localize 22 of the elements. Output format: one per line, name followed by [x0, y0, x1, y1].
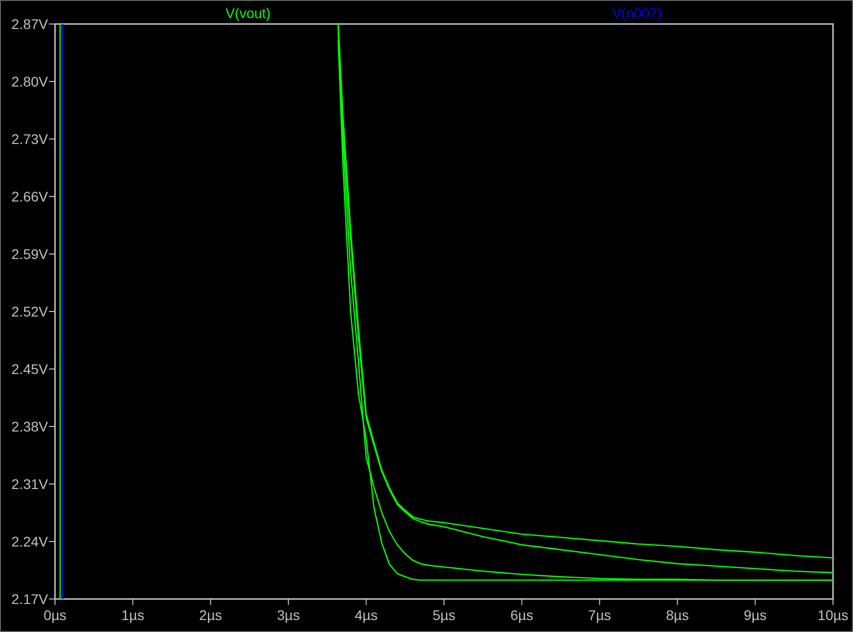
tick-label: 2.73V — [11, 131, 48, 147]
tick-label: 0µs — [44, 607, 66, 623]
tick-label: 1µs — [121, 607, 144, 623]
tick-label: 2.80V — [11, 74, 48, 90]
tick-label: 2.52V — [11, 304, 48, 320]
tick-label: 2.59V — [11, 246, 48, 262]
tick-label: 2.31V — [11, 476, 48, 492]
tick-label: 2.17V — [11, 591, 48, 607]
tick-label: 5µs — [432, 607, 456, 623]
tick-label: 2.24V — [11, 534, 48, 550]
tick-label: 2.87V — [11, 16, 48, 32]
tick-label: 2.66V — [11, 188, 48, 204]
tick-label: 7µs — [588, 607, 612, 623]
tick-label: 6µs — [510, 607, 534, 623]
tick-label: 10µs — [818, 607, 848, 623]
tick-label: 2µs — [199, 607, 222, 623]
tick-label: 2.38V — [11, 418, 48, 434]
tick-label: 8µs — [666, 607, 689, 623]
tick-label: 3µs — [276, 607, 300, 623]
tick-label: 4µs — [354, 607, 378, 623]
tick-label: 2.45V — [11, 361, 48, 377]
tick-label: 9µs — [744, 607, 767, 623]
